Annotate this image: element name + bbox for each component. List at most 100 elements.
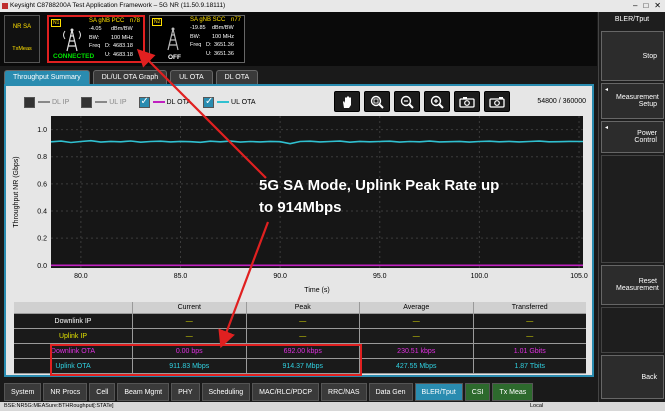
row-value: — [245, 329, 360, 343]
y-tick-label: 0.4 [37, 209, 47, 216]
camera-save-button[interactable] [454, 91, 480, 112]
tab-beam-mgmt[interactable]: Beam Mgmt [117, 383, 170, 401]
legend-label: DL OTA [166, 98, 192, 106]
stop-button[interactable]: Stop [601, 31, 664, 81]
row-value: — [132, 329, 246, 343]
cell-bw-label: BW: [89, 35, 100, 41]
tab-ul-ota[interactable]: UL OTA [170, 70, 213, 84]
x-tick-label: 100.0 [471, 273, 489, 280]
y-tick-label: 0.2 [37, 236, 47, 243]
row-value: — [472, 314, 587, 328]
row-label: Downlink IP [54, 318, 92, 325]
row-value: — [245, 314, 360, 328]
cell-band: n78 [129, 18, 140, 24]
table-header: Transferred [472, 302, 587, 313]
remote-status: Local [530, 403, 544, 409]
row-value: — [132, 314, 246, 328]
minimize-icon[interactable]: – [633, 1, 637, 11]
tab-phy[interactable]: PHY [171, 383, 200, 401]
legend-label: UL OTA [231, 98, 256, 106]
tab-tx-meas[interactable]: Tx Meas [492, 383, 534, 401]
cell-scc-panel[interactable]: N2 SA gNB SCC n77 -19.85 dBm/BW BW: 100 … [149, 15, 245, 63]
cell-name: SA gNB SCC [190, 17, 226, 23]
tab-dl-ota[interactable]: DL OTA [215, 70, 259, 84]
hand-pan-icon [343, 95, 351, 108]
x-tick-label: 85.0 [174, 273, 188, 280]
cell-power-unit: dBm/BW [212, 25, 234, 31]
row-value: 911.83 Mbps [132, 359, 246, 373]
cell-d-label: D: [105, 43, 111, 49]
zoom-out-button[interactable] [394, 91, 420, 112]
ul-ip-swatch [95, 101, 108, 103]
tab-bler-tput[interactable]: BLER/Tput [414, 383, 463, 401]
maximize-icon[interactable]: □ [643, 1, 648, 11]
reset-measurement-button[interactable]: Reset Measurement [601, 265, 664, 305]
y-tick-label: 1.0 [37, 127, 47, 134]
view-tabs: Throughput Summary DL/UL OTA Graph UL OT… [4, 70, 259, 84]
softkey-blank [601, 155, 664, 263]
cell-band: n77 [230, 17, 241, 23]
ul-ota-checkbox[interactable] [203, 96, 215, 108]
back-button[interactable]: Back [601, 355, 664, 399]
y-tick-label: 0.8 [37, 154, 47, 161]
tab-scheduling[interactable]: Scheduling [201, 383, 251, 401]
cell-tag: N2 [152, 18, 163, 26]
app-icon [2, 3, 8, 9]
legend-dl-ip: DL IP [24, 96, 70, 108]
table-header: Peak [245, 302, 360, 313]
scpi-command-text: BSE:NR5G:MEASure:BTHRoughput[:STATe] [4, 403, 114, 409]
tab-data-gen[interactable]: Data Gen [368, 383, 413, 401]
mode-indicator[interactable]: NR SA TxMeas [4, 15, 40, 63]
softkey-label: Back [641, 373, 657, 381]
tab-mac-rlc-pdcp[interactable]: MAC/RLC/PDCP [252, 383, 320, 401]
dl-ota-checkbox[interactable] [138, 96, 150, 108]
mode-line1: NR SA [12, 24, 32, 30]
dl-ota-swatch [152, 101, 165, 103]
row-value: — [472, 329, 587, 343]
row-value: 1.87 Tbits [472, 359, 587, 373]
tab-csi[interactable]: CSI [464, 383, 491, 401]
legend-ul-ip: UL IP [81, 96, 127, 108]
tab-cell[interactable]: Cell [89, 383, 116, 401]
legend-label: UL IP [109, 98, 127, 106]
hand-pan-button[interactable] [334, 91, 360, 112]
window-title: Keysight C8788200A Test Application Fram… [10, 2, 226, 9]
dl-ip-checkbox[interactable] [24, 96, 35, 108]
x-tick-label: 105.0 [570, 273, 588, 280]
ul-ip-checkbox[interactable] [81, 96, 93, 108]
power-control-button[interactable]: ◂ Power Control [601, 121, 664, 153]
annotation-line-2: to 914Mbps [259, 199, 342, 216]
legend-label: DL IP [52, 98, 70, 106]
cell-bw-value: 100 MHz [111, 35, 134, 41]
cell-d-value: 4683.18 [113, 43, 133, 49]
tab-rrc-nas[interactable]: RRC/NAS [321, 383, 367, 401]
throughput-table: Current Peak Average Transferred Downlin… [14, 302, 586, 374]
row-value: 1.01 Gbits [472, 344, 587, 358]
measurement-setup-button[interactable]: ◂ Measurement Setup [601, 83, 664, 119]
table-header-row: Current Peak Average Transferred [14, 302, 586, 314]
tab-system[interactable]: System [4, 383, 42, 401]
zoom-fit-icon [370, 95, 384, 109]
cell-pcc-panel[interactable]: N1 SA gNB PCC n78 -4.05 dBm/BW BW: 100 M… [47, 15, 145, 63]
function-tabs: System NR Procs Cell Beam Mgmt PHY Sched… [4, 383, 534, 401]
tab-nr-procs[interactable]: NR Procs [43, 383, 88, 401]
zoom-fit-button[interactable] [364, 91, 390, 112]
close-icon[interactable]: ✕ [654, 1, 661, 11]
cell-power: -19.85 [190, 25, 206, 31]
zoom-in-button[interactable] [424, 91, 450, 112]
graph-toolbar [334, 91, 510, 112]
softkey-label: Power Control [634, 130, 657, 144]
camera-copy-button[interactable] [484, 91, 510, 112]
tab-dl-ul-ota-graph[interactable]: DL/UL OTA Graph [92, 70, 168, 84]
tab-throughput-summary[interactable]: Throughput Summary [4, 70, 90, 84]
y-tick-label: 0.0 [37, 263, 47, 270]
row-value: — [359, 329, 473, 343]
cell-d-label: D: [206, 42, 212, 48]
cell-d-value: 3651.36 [214, 42, 234, 48]
chevron-left-icon: ◂ [605, 87, 609, 93]
window-controls: – □ ✕ [633, 1, 661, 11]
series-legend: DL IP UL IP DL OTA UL OTA [24, 95, 268, 109]
softkey-label: Reset Measurement [616, 278, 659, 292]
softkey-panel: BLER/Tput Stop ◂ Measurement Setup ◂ Pow… [598, 12, 665, 402]
row-value: 0.00 bps [132, 344, 246, 358]
